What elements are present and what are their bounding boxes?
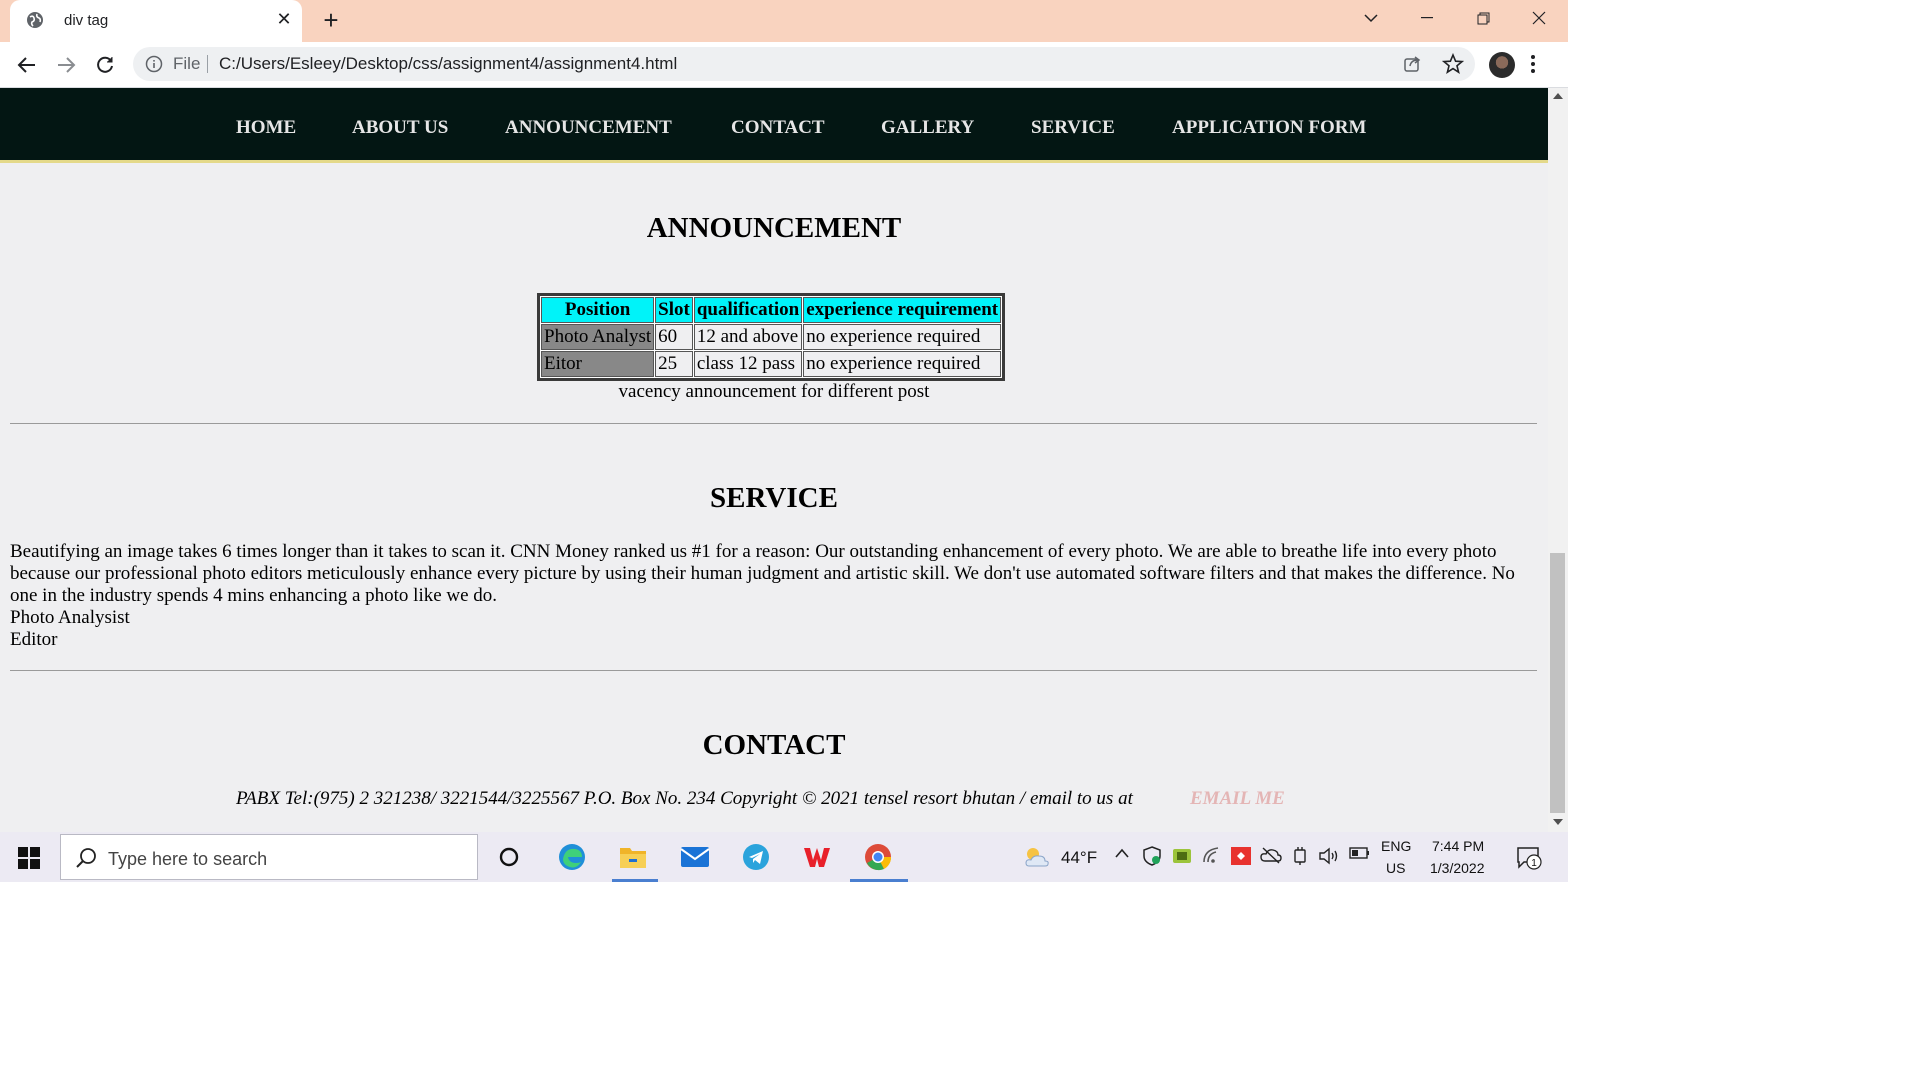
browser-menu-icon[interactable] <box>1530 53 1536 80</box>
vacancy-table: Position Slot qualification experience r… <box>537 293 1006 381</box>
weather-icon[interactable] <box>1020 841 1052 873</box>
site-navigation: HOME ABOUT US ANNOUNCEMENT CONTACT GALLE… <box>0 88 1548 163</box>
announcement-heading: ANNOUNCEMENT <box>646 212 902 244</box>
anydesk-tray-icon[interactable] <box>1230 846 1252 869</box>
page-viewport: HOME ABOUT US ANNOUNCEMENT CONTACT GALLE… <box>0 88 1548 832</box>
nav-link-gallery[interactable]: GALLERY <box>881 117 974 139</box>
cloud-sync-icon[interactable] <box>1260 846 1282 867</box>
wifi-icon[interactable] <box>1202 846 1222 867</box>
battery-plug-icon[interactable] <box>1292 846 1308 869</box>
scroll-down-arrow-icon[interactable] <box>1553 819 1563 825</box>
input-region[interactable]: US <box>1386 860 1405 876</box>
edge-browser-icon[interactable] <box>556 841 588 873</box>
windows-taskbar: Type here to search 44°F ENG US 7:44 PM … <box>0 832 1568 882</box>
column-header: qualification <box>693 297 803 323</box>
page-scrollbar[interactable] <box>1548 88 1568 832</box>
service-content: Beautifying an image takes 6 times longe… <box>10 541 1520 651</box>
active-app-indicator <box>850 879 908 882</box>
section-divider <box>10 670 1537 671</box>
table-row: Photo Analyst 60 12 and above no experie… <box>541 324 1002 350</box>
cortana-icon[interactable] <box>493 841 525 873</box>
address-bar[interactable]: File C:/Users/Esleey/Desktop/css/assignm… <box>133 47 1475 81</box>
mail-icon[interactable] <box>679 841 711 873</box>
column-header: Position <box>541 297 655 323</box>
tab-search-icon[interactable] <box>1343 0 1399 36</box>
nav-link-about-us[interactable]: ABOUT US <box>352 117 448 139</box>
table-row: Eitor 25 class 12 pass no experience req… <box>541 351 1002 377</box>
nav-link-application-form[interactable]: APPLICATION FORM <box>1172 117 1366 139</box>
search-placeholder: Type here to search <box>108 849 268 869</box>
scroll-up-arrow-icon[interactable] <box>1553 93 1563 99</box>
back-icon[interactable] <box>13 51 41 79</box>
green-app-tray-icon[interactable] <box>1172 846 1192 869</box>
address-separator <box>207 55 208 73</box>
contact-info-text: PABX Tel:(975) 2 321238/ 3221544/3225567… <box>236 788 1133 809</box>
windows-start-icon[interactable] <box>18 847 40 874</box>
email-me-link[interactable]: EMAIL ME <box>1190 788 1285 810</box>
column-header: Slot <box>655 297 693 323</box>
table-header-row: Position Slot qualification experience r… <box>541 297 1002 323</box>
volume-icon[interactable] <box>1318 846 1340 869</box>
table-cell: Eitor <box>541 351 655 377</box>
bookmark-star-icon[interactable] <box>1441 52 1465 80</box>
table-cell: Photo Analyst <box>541 324 655 350</box>
table-cell: no experience required <box>803 324 1002 350</box>
battery-icon[interactable] <box>1349 846 1371 863</box>
contact-heading: CONTACT <box>702 729 846 761</box>
search-icon <box>75 847 97 874</box>
table-cell: 12 and above <box>693 324 803 350</box>
reload-icon[interactable] <box>91 51 119 79</box>
browser-toolbar: File C:/Users/Esleey/Desktop/css/assignm… <box>0 42 1568 88</box>
file-explorer-icon[interactable] <box>617 841 649 873</box>
scrollbar-thumb[interactable] <box>1550 553 1565 813</box>
service-heading: SERVICE <box>710 482 838 514</box>
notification-count: 1 <box>1531 858 1537 869</box>
active-app-indicator <box>612 879 658 882</box>
restore-button[interactable] <box>1455 0 1511 36</box>
service-item-photo-analysist: Photo Analysist <box>10 607 130 628</box>
browser-tab-strip: div tag ✕ + <box>0 0 1568 42</box>
table-cell: 25 <box>655 351 693 377</box>
security-shield-icon[interactable] <box>1142 846 1162 869</box>
share-icon[interactable] <box>1402 54 1422 79</box>
clock-date[interactable]: 1/3/2022 <box>1430 860 1485 876</box>
weather-temperature[interactable]: 44°F <box>1061 848 1097 868</box>
address-scheme-label: File <box>173 54 201 73</box>
minimize-button[interactable] <box>1399 0 1455 36</box>
browser-tab[interactable]: div tag ✕ <box>10 0 302 42</box>
table-caption: vacency announcement for different post <box>618 381 930 402</box>
tab-title: div tag <box>64 12 109 29</box>
chrome-icon[interactable] <box>862 841 894 873</box>
clock-time[interactable]: 7:44 PM <box>1432 838 1484 854</box>
close-tab-icon[interactable]: ✕ <box>272 7 296 31</box>
forward-icon[interactable] <box>52 51 80 79</box>
nav-link-service[interactable]: SERVICE <box>1031 117 1115 139</box>
close-window-button[interactable] <box>1511 0 1567 36</box>
show-hidden-icons-chevron-icon[interactable] <box>1114 846 1130 862</box>
nav-link-contact[interactable]: CONTACT <box>731 117 825 139</box>
globe-icon <box>26 11 44 34</box>
wps-office-icon[interactable] <box>801 841 833 873</box>
service-item-editor: Editor <box>10 629 58 650</box>
table-cell: class 12 pass <box>693 351 803 377</box>
info-icon[interactable] <box>145 55 163 78</box>
table-cell: no experience required <box>803 351 1002 377</box>
column-header: experience requirement <box>803 297 1002 323</box>
telegram-icon[interactable] <box>740 841 772 873</box>
section-divider <box>10 423 1537 424</box>
taskbar-search-box[interactable]: Type here to search <box>60 834 478 880</box>
input-language[interactable]: ENG <box>1381 838 1411 854</box>
table-cell: 60 <box>655 324 693 350</box>
nav-link-home[interactable]: HOME <box>236 117 296 139</box>
nav-link-announcement[interactable]: ANNOUNCEMENT <box>505 117 672 139</box>
notification-center-icon[interactable]: 1 <box>1516 846 1542 875</box>
address-url[interactable]: C:/Users/Esleey/Desktop/css/assignment4/… <box>219 54 677 74</box>
profile-avatar[interactable] <box>1489 52 1515 78</box>
new-tab-button[interactable]: + <box>316 6 346 36</box>
service-paragraph: Beautifying an image takes 6 times longe… <box>10 541 1515 606</box>
